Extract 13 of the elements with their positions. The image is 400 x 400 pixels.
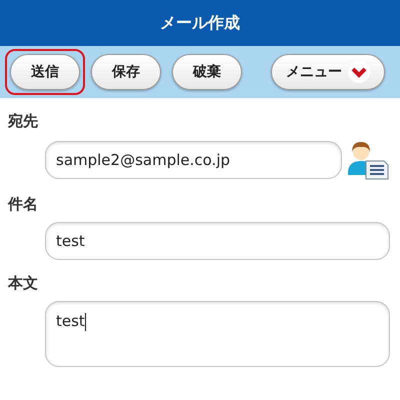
toolbar-button[interactable]: 破棄 [172,54,242,90]
toolbar-button[interactable]: 送信 [10,54,80,90]
chevron-down-icon [348,61,370,83]
menu-button[interactable]: メニュー [271,54,385,90]
screen-title: メール作成 [160,12,240,34]
toolbar-button[interactable]: 保存 [91,54,161,90]
input-field[interactable]: test [45,222,390,260]
input-field[interactable]: sample2@sample.co.jp [45,141,342,179]
contact-icon[interactable] [346,139,390,181]
text-area[interactable]: test [45,301,390,367]
field-label: 宛先 [8,112,39,131]
field-label: 本文 [8,274,39,293]
field-label: 件名 [8,195,39,214]
